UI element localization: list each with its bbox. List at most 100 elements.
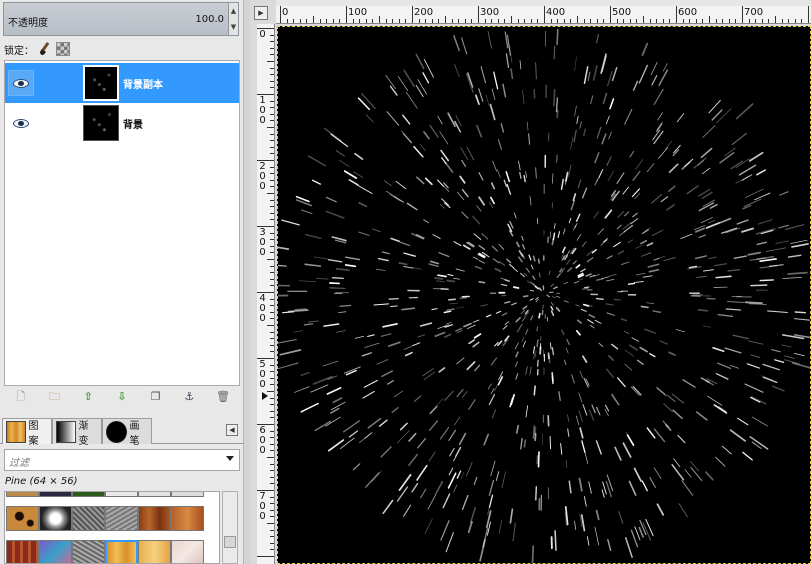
tab-gradients[interactable]: 渐变	[52, 418, 102, 447]
pattern-cell[interactable]	[72, 492, 105, 497]
star-streak	[442, 493, 451, 509]
pattern-cell[interactable]	[6, 540, 39, 563]
pattern-cell[interactable]	[105, 506, 138, 531]
star-streak	[489, 196, 495, 205]
opacity-slider[interactable]: 不透明度 100.0	[3, 2, 229, 36]
lock-alpha-icon[interactable]	[56, 42, 70, 56]
pattern-cell[interactable]	[72, 540, 105, 563]
star-streak	[658, 147, 669, 159]
star-streak	[588, 481, 592, 494]
lock-pixels-icon[interactable]	[38, 42, 52, 56]
opacity-value: 100.0	[195, 14, 224, 25]
star-streak	[525, 267, 530, 273]
ruler-tick	[319, 19, 321, 23]
pattern-cell[interactable]	[171, 492, 204, 497]
scrollbar-thumb[interactable]	[224, 536, 236, 548]
star-streak	[529, 289, 535, 292]
star-streak	[408, 432, 417, 442]
star-streak	[503, 179, 508, 187]
star-streak	[511, 302, 517, 306]
ruler-tick	[372, 19, 374, 23]
pattern-cell[interactable]	[171, 540, 204, 563]
pattern-cell[interactable]	[72, 506, 105, 531]
pattern-cell[interactable]	[39, 492, 72, 497]
pattern-cell[interactable]	[138, 492, 171, 497]
star-streak	[719, 217, 732, 224]
star-streak	[548, 270, 551, 276]
raise-layer-icon[interactable]: ⇧	[81, 390, 95, 404]
star-streak	[417, 438, 426, 449]
star-streak	[754, 192, 771, 201]
star-streak	[453, 241, 462, 247]
tab-menu-icon[interactable]: ◀	[226, 424, 238, 436]
star-streak	[456, 357, 465, 365]
visibility-toggle[interactable]	[8, 110, 34, 136]
spin-down-icon[interactable]: ▼	[229, 19, 238, 35]
star-streak	[535, 298, 539, 303]
pattern-scrollbar[interactable]	[222, 491, 238, 564]
chevron-down-icon	[226, 456, 234, 461]
folder-icon[interactable]: 🗀	[48, 390, 62, 404]
pattern-cell[interactable]	[138, 540, 171, 563]
star-streak	[395, 180, 407, 190]
star-streak	[620, 318, 628, 322]
star-streak	[640, 305, 649, 309]
layer-row-background[interactable]: 背景	[5, 103, 239, 143]
star-streak	[327, 439, 345, 452]
star-streak	[640, 252, 652, 257]
star-streak	[323, 323, 340, 327]
star-streak	[373, 303, 390, 306]
star-streak	[594, 526, 600, 546]
pattern-cell-selected[interactable]	[105, 540, 138, 563]
ruler-label: 400	[546, 7, 566, 18]
star-streak	[463, 322, 472, 328]
ruler-tick	[537, 19, 539, 23]
layer-row-background-copy[interactable]: 背景副本	[5, 63, 239, 103]
spin-up-icon[interactable]: ▲	[229, 3, 238, 19]
visibility-toggle[interactable]	[8, 70, 34, 96]
pattern-cell[interactable]	[171, 506, 204, 531]
ruler-tick	[722, 19, 724, 23]
ruler-tick	[270, 285, 274, 287]
star-streak	[315, 277, 329, 280]
pattern-cell[interactable]	[39, 540, 72, 563]
star-streak	[514, 361, 518, 368]
star-streak	[445, 321, 452, 325]
star-streak	[606, 312, 615, 316]
tab-label: 渐变	[78, 420, 89, 447]
vertical-ruler[interactable]: 0 100 200 300 400 500 600 700	[257, 24, 275, 564]
tab-brushes[interactable]: 画笔	[102, 418, 152, 447]
duplicate-layer-icon[interactable]: ❐	[149, 390, 163, 404]
delete-layer-icon[interactable]: 🗑	[216, 390, 230, 404]
star-streak	[455, 268, 465, 272]
pattern-cell[interactable]	[39, 506, 72, 531]
star-streak	[443, 310, 452, 314]
star-streak	[580, 514, 586, 532]
anchor-layer-icon[interactable]: ⚓	[182, 390, 196, 404]
ruler-tick	[270, 483, 274, 485]
opacity-spinner[interactable]: ▲ ▼	[229, 2, 239, 36]
star-streak	[653, 88, 664, 106]
ruler-tick	[775, 16, 776, 23]
star-streak	[608, 355, 615, 362]
star-streak	[756, 241, 768, 246]
pattern-cell[interactable]	[105, 492, 138, 497]
pattern-cell[interactable]	[6, 492, 39, 497]
star-streak	[551, 347, 555, 356]
new-layer-icon[interactable]: 🗋	[14, 390, 28, 404]
ruler-tick	[270, 417, 274, 419]
pattern-filter-combo[interactable]: 过滤	[4, 449, 240, 471]
star-streak	[482, 527, 489, 548]
horizontal-ruler[interactable]: 0 100 200 300 400 500 600 700	[276, 6, 811, 24]
pattern-cell[interactable]	[6, 506, 39, 531]
lower-layer-icon[interactable]: ⇩	[115, 390, 129, 404]
star-streak	[712, 347, 725, 353]
quick-mask-toggle-icon[interactable]: ▶	[254, 6, 268, 20]
opacity-label: 不透明度	[8, 18, 48, 29]
tab-patterns[interactable]: 图案	[2, 418, 52, 447]
star-streak	[523, 174, 526, 183]
pattern-cell[interactable]	[138, 506, 171, 531]
image-canvas[interactable]	[277, 26, 811, 564]
star-streak	[649, 353, 656, 358]
star-streak	[497, 340, 503, 347]
